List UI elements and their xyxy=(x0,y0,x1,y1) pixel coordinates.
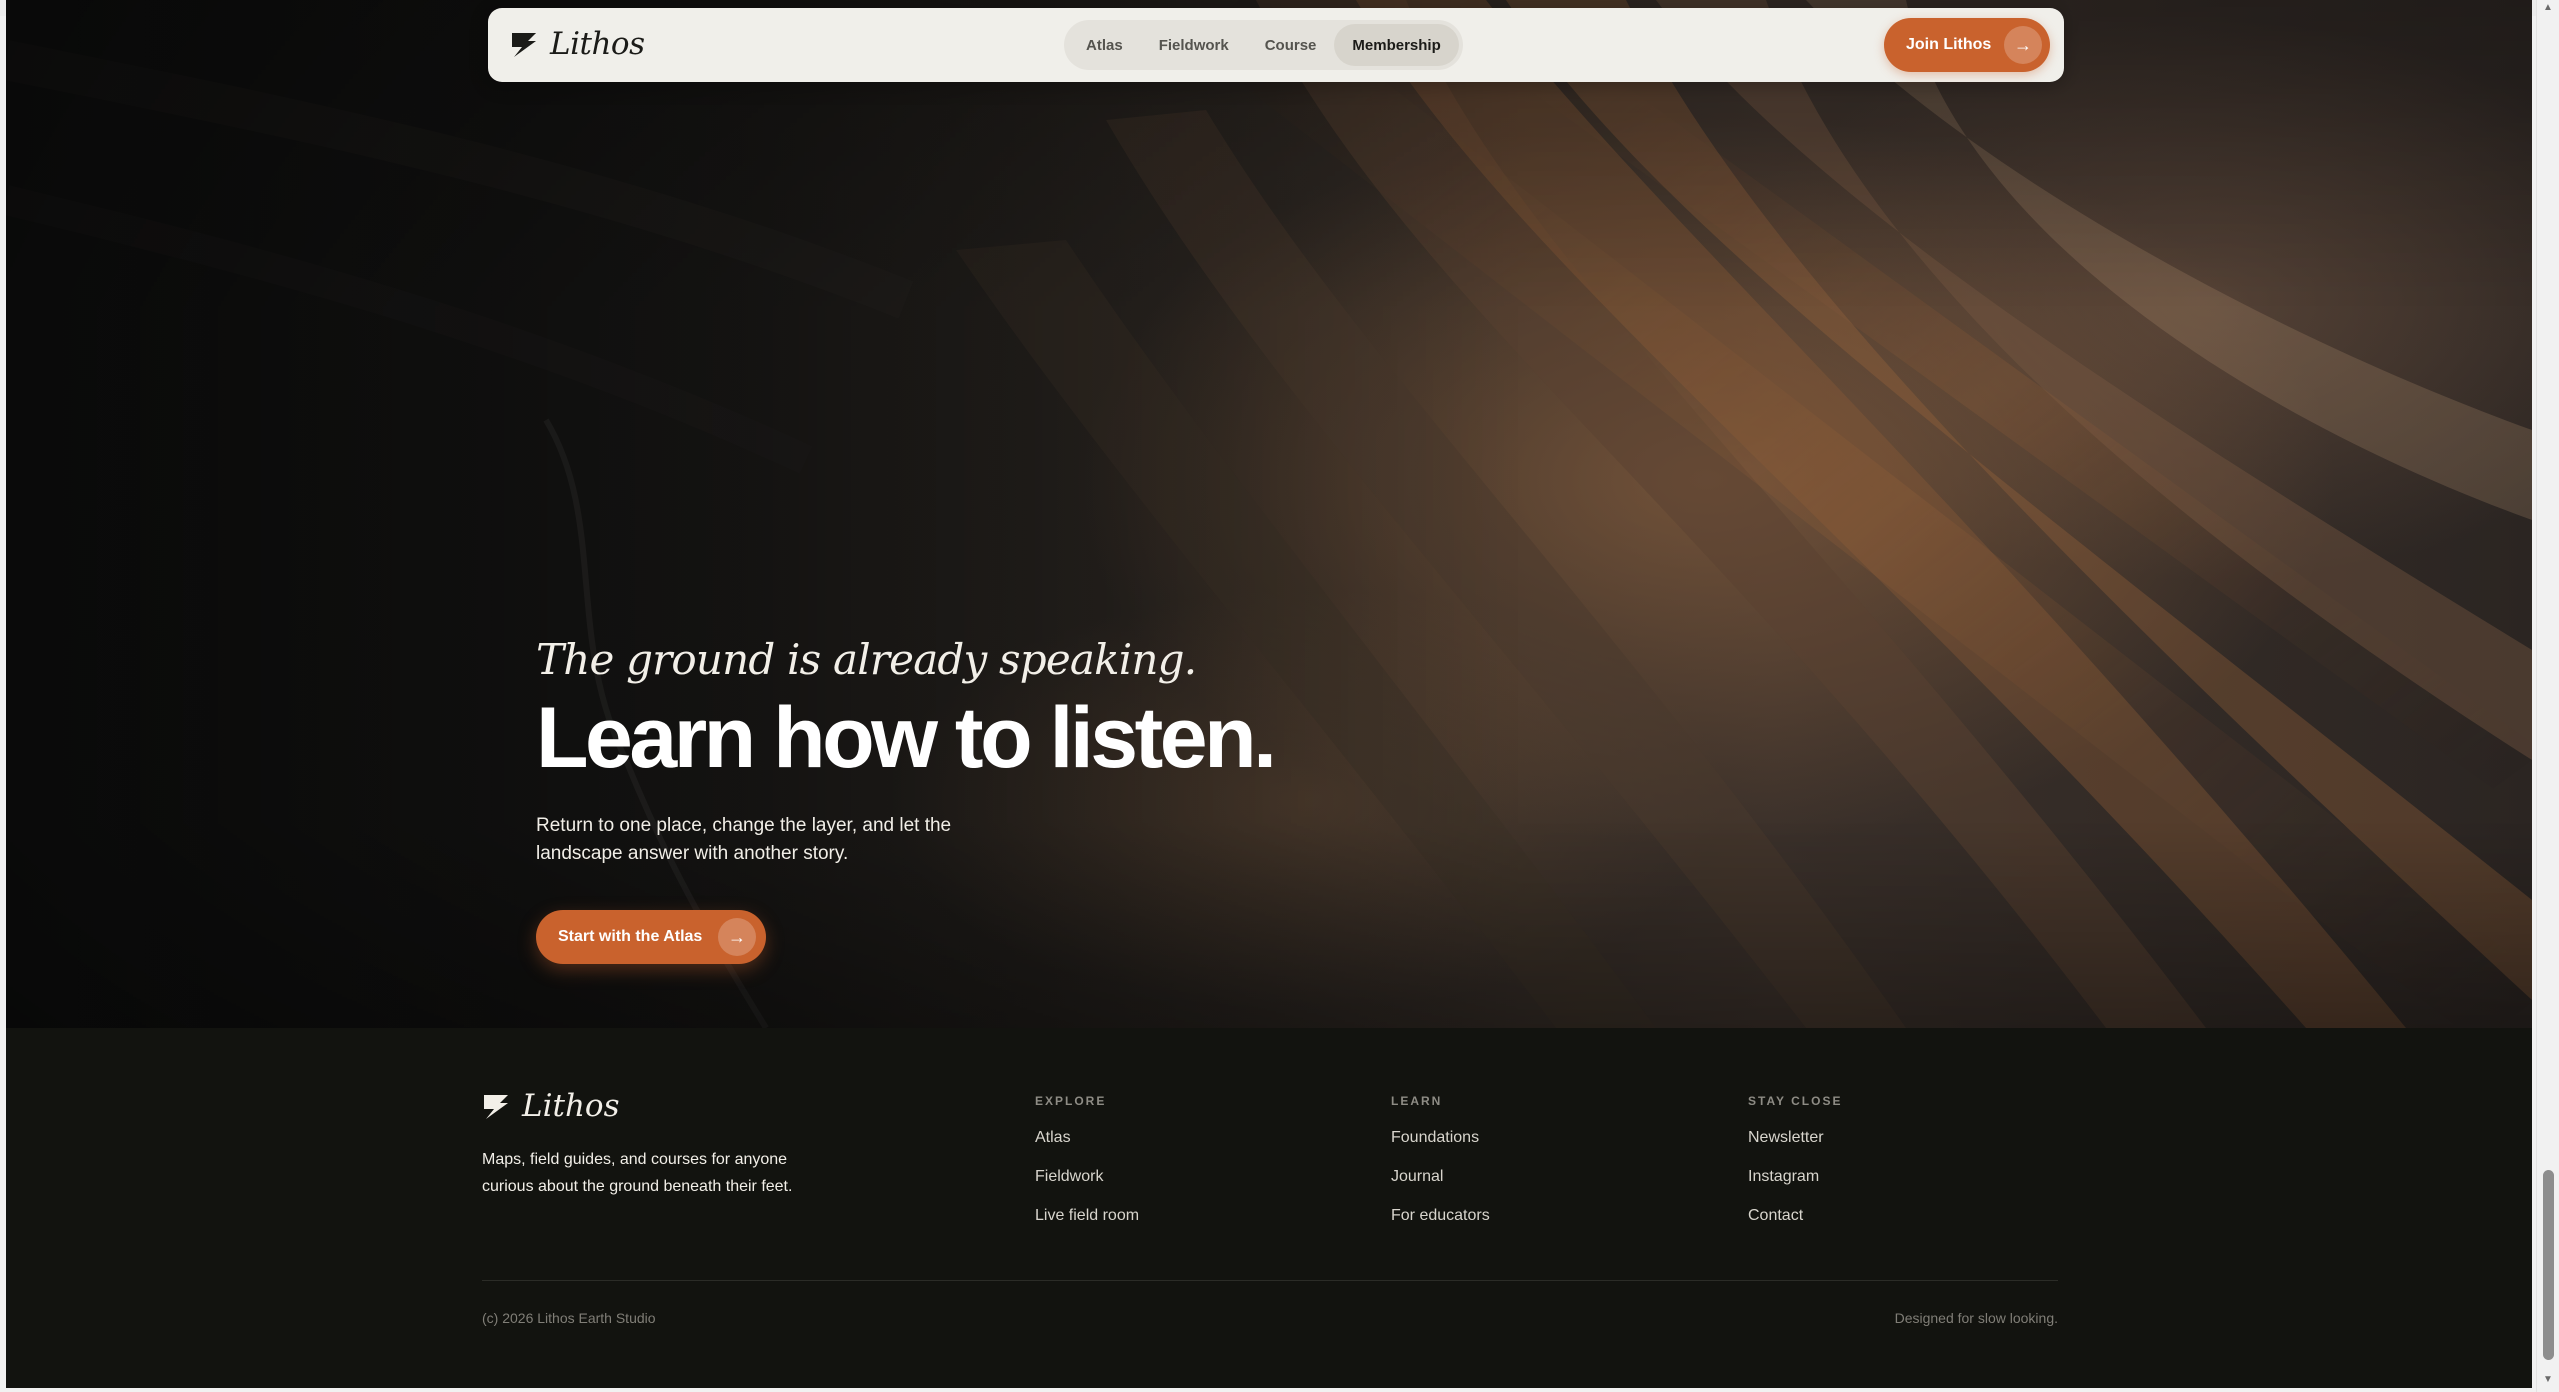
footer-description: Maps, field guides, and courses for anyo… xyxy=(482,1151,793,1195)
nav-link-membership[interactable]: Membership xyxy=(1334,24,1459,66)
footer-tagline: Designed for slow looking. xyxy=(1894,1310,2058,1326)
page: The ground is already speaking. Learn ho… xyxy=(6,0,2532,1388)
footer-col-explore: EXPLORE Atlas Fieldwork Live field room xyxy=(1035,1094,1139,1225)
vertical-scrollbar[interactable]: ▲ ▼ xyxy=(2536,0,2559,1392)
nav-link-course[interactable]: Course xyxy=(1247,24,1335,66)
scrollbar-thumb[interactable] xyxy=(2543,1170,2554,1360)
footer-link-newsletter[interactable]: Newsletter xyxy=(1748,1129,1842,1147)
hero-headline: Learn how to listen. xyxy=(536,690,1277,786)
footer-col-stay-close: STAY CLOSE Newsletter Instagram Contact xyxy=(1748,1094,1842,1225)
footer-col-heading: EXPLORE xyxy=(1035,1094,1107,1108)
start-with-atlas-button[interactable]: Start with the Atlas → xyxy=(536,910,766,964)
footer-divider xyxy=(482,1280,2058,1281)
nav-link-atlas[interactable]: Atlas xyxy=(1068,24,1141,66)
top-nav: Lithos Atlas Fieldwork Course Membership… xyxy=(488,8,2064,82)
lithos-logo-icon xyxy=(484,1095,508,1119)
footer-link-fieldwork[interactable]: Fieldwork xyxy=(1035,1168,1139,1186)
scroll-down-arrow-icon[interactable]: ▼ xyxy=(2543,1374,2553,1385)
site-footer: Lithos Maps, field guides, and courses f… xyxy=(6,1028,2532,1388)
footer-link-foundations[interactable]: Foundations xyxy=(1391,1129,1490,1147)
footer-link-journal[interactable]: Journal xyxy=(1391,1168,1490,1186)
scroll-up-arrow-icon[interactable]: ▲ xyxy=(2543,2,2553,13)
join-lithos-button[interactable]: Join Lithos → xyxy=(1884,18,2050,72)
hero-lede: Return to one place, change the layer, a… xyxy=(536,815,952,864)
footer-col-heading: LEARN xyxy=(1391,1094,1443,1108)
lithos-logo-icon xyxy=(512,33,536,57)
brand-logo-link[interactable]: Lithos xyxy=(510,24,645,64)
nav-link-fieldwork[interactable]: Fieldwork xyxy=(1141,24,1247,66)
hero-overlay xyxy=(6,0,2532,1028)
footer-col-heading: STAY CLOSE xyxy=(1748,1094,1843,1108)
footer-brand-name: Lithos xyxy=(522,1088,620,1124)
footer-link-instagram[interactable]: Instagram xyxy=(1748,1168,1842,1186)
footer-link-contact[interactable]: Contact xyxy=(1748,1207,1842,1225)
hero-section: The ground is already speaking. Learn ho… xyxy=(6,0,2532,1028)
footer-col-learn: LEARN Foundations Journal For educators xyxy=(1391,1094,1490,1225)
hero-copy: The ground is already speaking. Learn ho… xyxy=(536,635,1436,868)
arrow-right-icon: → xyxy=(2004,26,2042,64)
cta-label: Start with the Atlas xyxy=(558,928,703,945)
arrow-right-icon: → xyxy=(718,918,756,956)
brand-name: Lithos xyxy=(550,26,645,62)
footer-copyright: (c) 2026 Lithos Earth Studio xyxy=(482,1310,656,1326)
nav-links: Atlas Fieldwork Course Membership xyxy=(1064,20,1463,70)
footer-link-for-educators[interactable]: For educators xyxy=(1391,1207,1490,1225)
browser-viewport: The ground is already speaking. Learn ho… xyxy=(0,0,2559,1392)
footer-brand[interactable]: Lithos xyxy=(482,1088,620,1124)
hero-kicker: The ground is already speaking. xyxy=(536,635,1197,684)
footer-link-live-field-room[interactable]: Live field room xyxy=(1035,1207,1139,1225)
join-label: Join Lithos xyxy=(1906,36,1992,53)
footer-link-atlas[interactable]: Atlas xyxy=(1035,1129,1139,1147)
